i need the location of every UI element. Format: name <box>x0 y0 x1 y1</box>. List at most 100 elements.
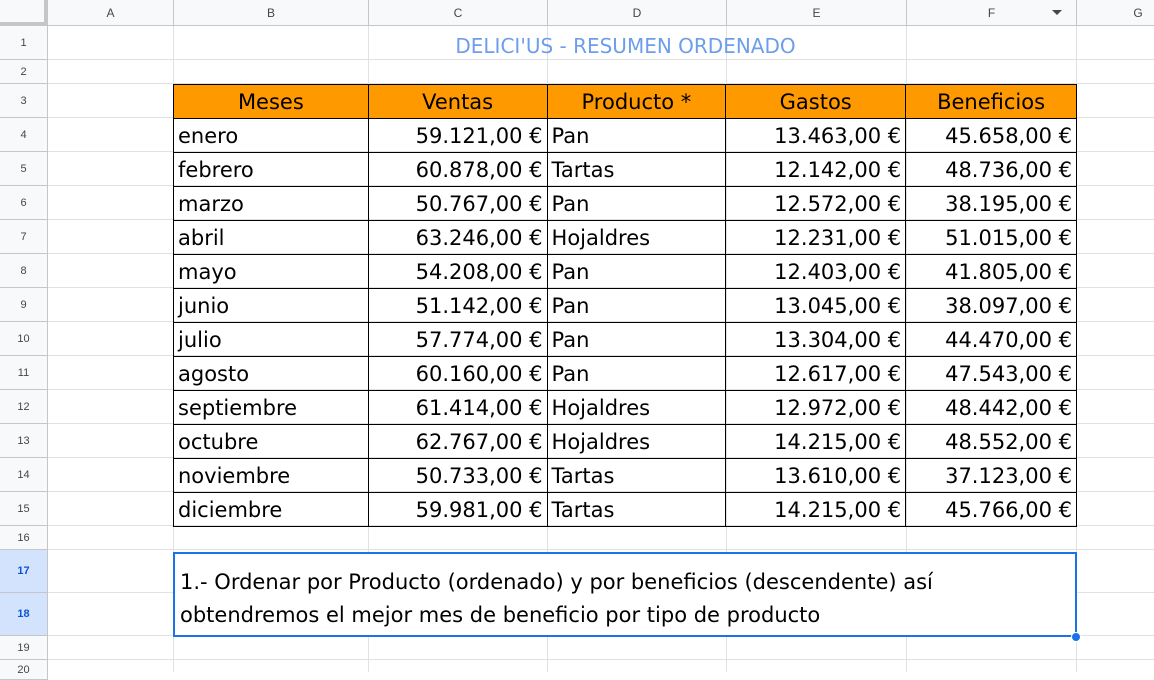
row-header-15[interactable]: 15 <box>0 492 48 526</box>
gridline <box>48 549 1154 550</box>
cell-beneficios[interactable]: 48.736,00 € <box>905 152 1077 187</box>
cell-ventas[interactable]: 59.121,00 € <box>367 118 548 153</box>
column-header-a[interactable]: A <box>48 0 174 26</box>
cell-producto[interactable]: Hojaldres <box>546 220 727 255</box>
cell-producto[interactable]: Pan <box>546 288 727 323</box>
cell-producto[interactable]: Tartas <box>546 458 727 493</box>
header-meses[interactable]: Meses <box>173 84 369 119</box>
cell-mes[interactable]: noviembre <box>173 458 369 493</box>
cell-producto[interactable]: Pan <box>546 186 727 221</box>
row-header-8[interactable]: 8 <box>0 254 48 288</box>
row-header-10[interactable]: 10 <box>0 322 48 356</box>
cell-beneficios[interactable]: 47.543,00 € <box>905 356 1077 391</box>
cell-beneficios[interactable]: 37.123,00 € <box>905 458 1077 493</box>
cell-gastos[interactable]: 12.972,00 € <box>725 390 907 425</box>
cell-ventas[interactable]: 60.878,00 € <box>367 152 548 187</box>
cell-gastos[interactable]: 13.463,00 € <box>725 118 907 153</box>
cell-ventas[interactable]: 60.160,00 € <box>367 356 548 391</box>
cell-mes[interactable]: octubre <box>173 424 369 459</box>
cell-mes[interactable]: diciembre <box>173 492 369 527</box>
cell-gastos[interactable]: 13.045,00 € <box>725 288 907 323</box>
header-beneficios[interactable]: Beneficios <box>905 84 1077 119</box>
cell-mes[interactable]: abril <box>173 220 369 255</box>
cell-producto[interactable]: Hojaldres <box>546 424 727 459</box>
cell-ventas[interactable]: 61.414,00 € <box>367 390 548 425</box>
cell-mes[interactable]: agosto <box>173 356 369 391</box>
cell-gastos[interactable]: 14.215,00 € <box>725 492 907 527</box>
row-header-1[interactable]: 1 <box>0 26 48 60</box>
column-filter-dropdown-icon[interactable] <box>1052 10 1062 15</box>
row-header-11[interactable]: 11 <box>0 356 48 390</box>
cell-producto[interactable]: Pan <box>546 356 727 391</box>
table-row: abril 63.246,00 € Hojaldres 12.231,00 €51.0… <box>173 220 1077 255</box>
cell-beneficios[interactable]: 51.015,00 € <box>905 220 1077 255</box>
cell-producto[interactable]: Pan <box>546 118 727 153</box>
cell-gastos[interactable]: 12.617,00 € <box>725 356 907 391</box>
cell-ventas[interactable]: 63.246,00 € <box>367 220 548 255</box>
cell-ventas[interactable]: 57.774,00 € <box>367 322 548 357</box>
cell-mes[interactable]: enero <box>173 118 369 153</box>
column-header-d[interactable]: D <box>548 0 727 26</box>
cell-producto[interactable]: Hojaldres <box>546 390 727 425</box>
cell-gastos[interactable]: 12.231,00 € <box>725 220 907 255</box>
row-header-18[interactable]: 18 <box>0 593 48 636</box>
column-header-g[interactable]: G <box>1077 0 1154 26</box>
row-header-5[interactable]: 5 <box>0 152 48 186</box>
column-header-c[interactable]: C <box>369 0 548 26</box>
cell-gastos[interactable]: 13.610,00 € <box>725 458 907 493</box>
cell-producto[interactable]: Pan <box>546 254 727 289</box>
cell-beneficios[interactable]: 44.470,00 € <box>905 322 1077 357</box>
cell-beneficios[interactable]: 41.805,00 € <box>905 254 1077 289</box>
table-row: septiembre 61.414,00 € Hojaldres 12.972,00 … <box>173 390 1077 425</box>
row-header-6[interactable]: 6 <box>0 186 48 220</box>
cell-beneficios[interactable]: 38.195,00 € <box>905 186 1077 221</box>
cell-producto[interactable]: Tartas <box>546 152 727 187</box>
row-header-4[interactable]: 4 <box>0 118 48 152</box>
cell-beneficios[interactable]: 48.552,00 € <box>905 424 1077 459</box>
cell-gastos[interactable]: 14.215,00 € <box>725 424 907 459</box>
cell-beneficios[interactable]: 48.442,00 € <box>905 390 1077 425</box>
note-cell[interactable]: 1.- Ordenar por Producto (ordenado) y po… <box>173 552 1077 637</box>
cell-producto[interactable]: Pan <box>546 322 727 357</box>
row-header-12[interactable]: 12 <box>0 390 48 424</box>
header-gastos[interactable]: Gastos <box>725 84 907 119</box>
cell-mes[interactable]: febrero <box>173 152 369 187</box>
cell-ventas[interactable]: 50.767,00 € <box>367 186 548 221</box>
cell-gastos[interactable]: 12.572,00 € <box>725 186 907 221</box>
row-header-9[interactable]: 9 <box>0 288 48 322</box>
sheet-title[interactable]: DELICI'US - RESUMEN ORDENADO <box>174 28 1077 62</box>
row-header-20[interactable]: 20 <box>0 660 48 680</box>
cell-gastos[interactable]: 12.403,00 € <box>725 254 907 289</box>
cell-producto[interactable]: Tartas <box>546 492 727 527</box>
row-header-13[interactable]: 13 <box>0 424 48 458</box>
cell-mes[interactable]: junio <box>173 288 369 323</box>
table-row: diciembre 59.981,00 € Tartas 14.215,00 €45.… <box>173 492 1077 527</box>
cell-gastos[interactable]: 12.142,00 € <box>725 152 907 187</box>
cell-ventas[interactable]: 59.981,00 € <box>367 492 548 527</box>
column-header-b[interactable]: B <box>174 0 369 26</box>
cell-beneficios[interactable]: 45.658,00 € <box>905 118 1077 153</box>
select-all-corner[interactable] <box>0 0 48 26</box>
cell-mes[interactable]: julio <box>173 322 369 357</box>
header-producto[interactable]: Producto * <box>546 84 727 119</box>
cell-mes[interactable]: marzo <box>173 186 369 221</box>
cell-gastos[interactable]: 13.304,00 € <box>725 322 907 357</box>
cell-mes[interactable]: mayo <box>173 254 369 289</box>
cell-beneficios[interactable]: 38.097,00 € <box>905 288 1077 323</box>
cell-ventas[interactable]: 50.733,00 € <box>367 458 548 493</box>
cell-mes[interactable]: septiembre <box>173 390 369 425</box>
selection-fill-handle[interactable] <box>1071 632 1081 642</box>
cell-ventas[interactable]: 62.767,00 € <box>367 424 548 459</box>
row-header-14[interactable]: 14 <box>0 458 48 492</box>
row-header-16[interactable]: 16 <box>0 526 48 550</box>
cell-ventas[interactable]: 51.142,00 € <box>367 288 548 323</box>
cell-ventas[interactable]: 54.208,00 € <box>367 254 548 289</box>
header-ventas[interactable]: Ventas <box>367 84 548 119</box>
row-header-17[interactable]: 17 <box>0 550 48 593</box>
column-header-e[interactable]: E <box>727 0 907 26</box>
row-header-19[interactable]: 19 <box>0 636 48 660</box>
row-header-7[interactable]: 7 <box>0 220 48 254</box>
cell-beneficios[interactable]: 45.766,00 € <box>905 492 1077 527</box>
row-header-2[interactable]: 2 <box>0 60 48 84</box>
row-header-3[interactable]: 3 <box>0 84 48 118</box>
